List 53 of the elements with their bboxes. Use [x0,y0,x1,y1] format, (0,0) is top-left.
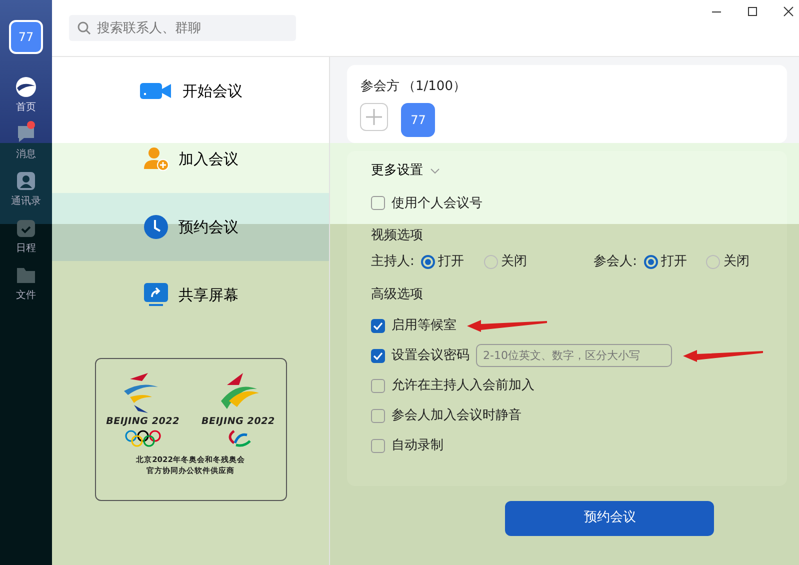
participants-title: 参会方 [360,78,400,96]
nav-item[interactable]: 消息 [15,123,37,162]
avatar: 77 [9,20,43,54]
radio-option[interactable]: 关闭 [484,252,527,272]
radio-option[interactable]: 打开 [420,252,464,272]
action-item[interactable]: 加入会议 [52,125,329,193]
section-title: 高级选项 [371,286,424,304]
radio-group-label: 主持人: [371,253,414,271]
checkbox[interactable] [371,378,385,392]
maximize-icon [747,6,758,16]
checkbox-label: 允许在主持人入会前加入 [392,376,534,395]
password-field[interactable]: 2-10位英文、数字，区分大小写 [476,344,672,367]
checkbox[interactable] [371,438,385,452]
checkbox-label: 参会人加入会议时静音 [392,406,522,425]
checkbox-label: 启用等候室 [392,316,456,335]
nav-item[interactable]: 首页 [15,76,37,115]
calendar-icon [15,217,37,239]
chat-icon [15,123,37,145]
person-icon [15,170,37,192]
monitor-share-icon [142,282,168,308]
participant-count: （1/100） [402,78,466,96]
person-add-icon [142,147,168,171]
add-participant-button[interactable] [360,103,388,131]
clock-icon [142,214,168,240]
radio-option[interactable]: 关闭 [706,252,750,272]
plus-icon [366,109,382,125]
radio-option[interactable]: 打开 [644,252,687,272]
globe-icon [15,76,37,98]
checkbox-label: 使用个人会议号 [392,194,482,212]
action-item[interactable]: 共享屏幕 [52,261,329,329]
video-camera-icon [138,81,172,101]
action-item[interactable]: 开始会议 [52,57,329,125]
checkbox[interactable] [371,348,385,362]
logo-wordmark: BEIJING 2022 [106,415,180,429]
checkbox[interactable] [371,408,385,422]
action-item[interactable]: 预约会议 [52,193,329,261]
chevron-icon [430,168,440,174]
schedule-button[interactable]: 预约会议 [505,500,714,536]
participant-avatar: 77 [401,103,436,137]
checkbox-label: 自动录制 [392,436,444,455]
logo-wordmark: BEIJING 2022 [202,415,275,429]
close-icon [783,6,794,16]
nav-item[interactable]: 文件 [15,264,37,303]
more-settings-toggle[interactable]: 更多设置 [371,161,440,180]
checkbox[interactable] [371,318,385,332]
olympic-rings-icon [122,429,163,448]
section-title: 视频选项 [371,227,424,245]
checkbox-label: 设置会议密码 [392,346,470,365]
search-field[interactable]: 搜索联系人、群聊 [69,15,296,41]
checkbox[interactable] [371,196,385,210]
nav-item[interactable]: 通讯录 [11,170,41,209]
radio-group-label: 参会人: [594,253,637,271]
nav-item[interactable]: 日程 [15,217,37,256]
